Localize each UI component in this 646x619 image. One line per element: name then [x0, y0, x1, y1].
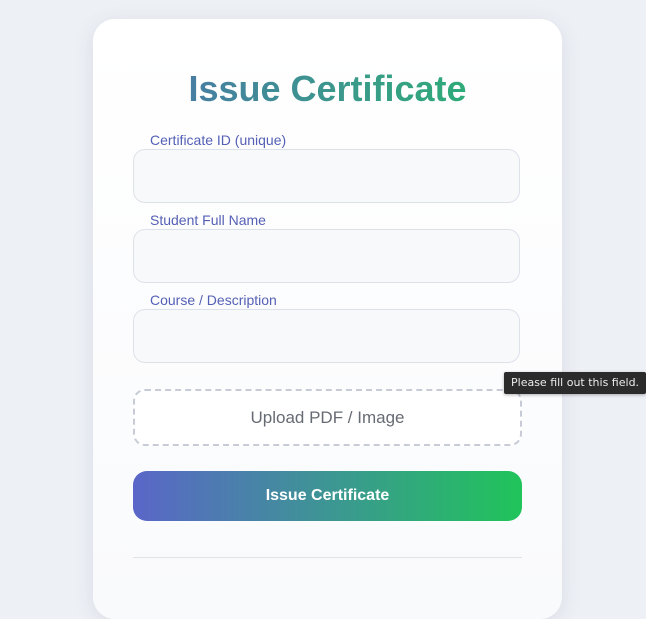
file-upload-dropzone[interactable]: Upload PDF / Image [133, 389, 522, 446]
certificate-id-label: Certificate ID (unique) [150, 132, 287, 148]
certificate-id-input[interactable] [133, 149, 520, 203]
divider [133, 557, 522, 558]
course-description-input[interactable] [133, 309, 520, 363]
course-description-label: Course / Description [150, 292, 277, 308]
certificate-form-card: Issue Certificate Certificate ID (unique… [93, 19, 562, 619]
validation-tooltip: Please fill out this field. [504, 372, 646, 394]
upload-label: Upload PDF / Image [250, 407, 405, 427]
page-title: Issue Certificate [93, 68, 562, 110]
student-name-input[interactable] [133, 229, 520, 283]
student-name-label: Student Full Name [150, 212, 266, 228]
issue-certificate-button[interactable]: Issue Certificate [133, 471, 522, 521]
